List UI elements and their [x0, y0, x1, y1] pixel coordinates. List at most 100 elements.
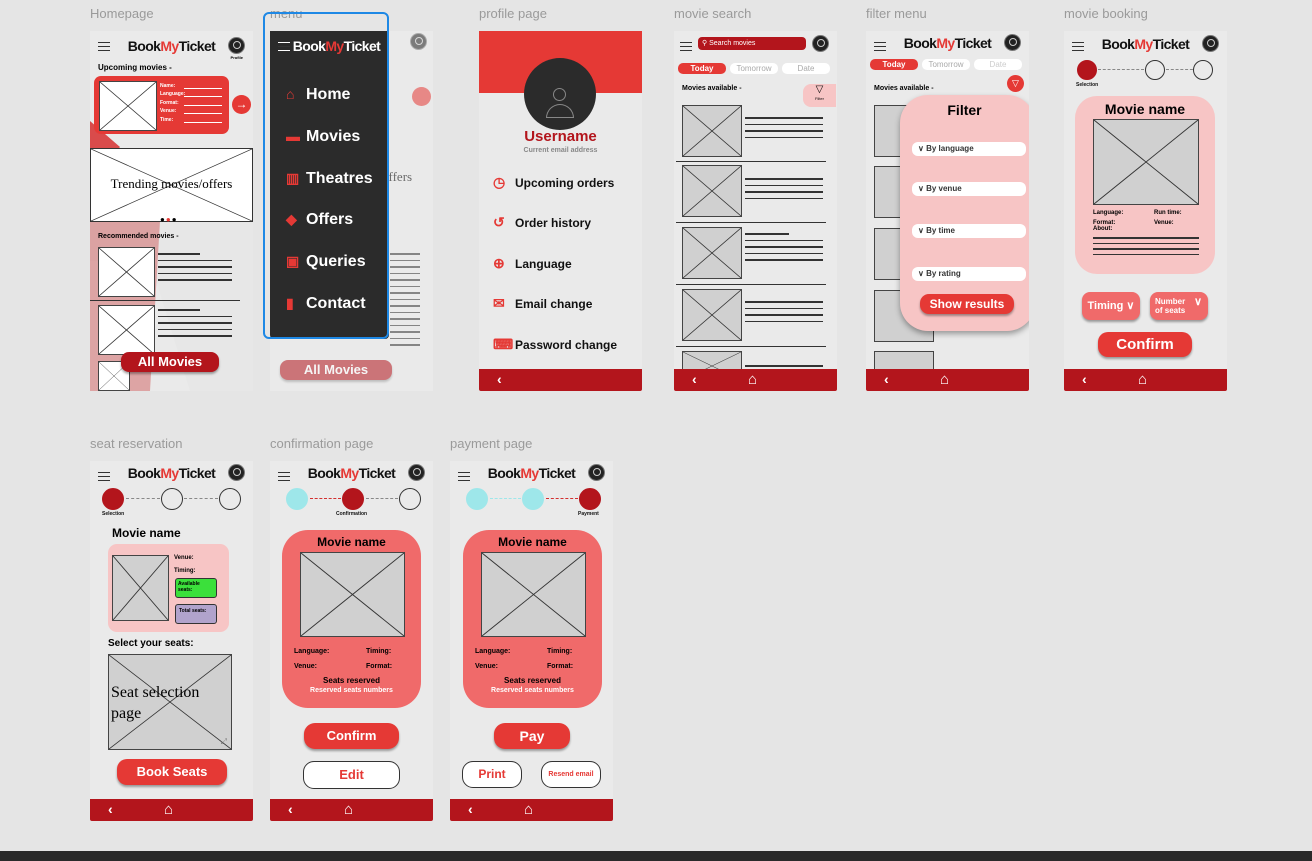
home-nav-icon[interactable]: ⌂ [1138, 371, 1147, 388]
tab-tomorrow[interactable]: Tomorrow [922, 59, 970, 70]
filter-venue[interactable]: ∨ By venue [912, 182, 1026, 196]
profile-caption: Profile [230, 55, 243, 60]
back-icon[interactable]: ‹ [1082, 371, 1087, 387]
edit-button[interactable]: Edit [303, 761, 400, 789]
movie-fields: Name: Language: Format: Venue: Time: [160, 83, 186, 123]
profile-avatar-icon[interactable] [228, 37, 245, 54]
hamburger-icon[interactable] [680, 42, 692, 51]
profile-item-language[interactable]: ⊕ Language [493, 255, 572, 272]
profile-item-history[interactable]: ↺ Order history [493, 214, 591, 231]
timing-dropdown[interactable]: Timing ∨ [1082, 292, 1140, 320]
bottom-nav: ‹ ⌂ [90, 799, 253, 821]
back-icon[interactable]: ‹ [108, 801, 113, 817]
booking-summary-card: Movie name Language: Venue: Timing: Format… [463, 530, 602, 708]
step-confirmation-icon [161, 488, 183, 510]
pay-button[interactable]: Pay [494, 723, 570, 749]
seat-frame: BookMyTicket Selection Movie name Venue:… [90, 461, 253, 821]
profile-item-email[interactable]: ✉ Email change [493, 295, 592, 312]
seats-reserved: Seats reserved [504, 676, 561, 685]
next-arrow-icon[interactable]: → [232, 95, 251, 114]
tab-tomorrow[interactable]: Tomorrow [730, 63, 778, 74]
backdrop-lines [390, 253, 420, 351]
backdrop-avatar-icon [410, 33, 427, 50]
home-nav-icon[interactable]: ⌂ [748, 371, 757, 388]
select-seats-title: Select your seats: [108, 638, 194, 649]
filter-icon[interactable]: ▽ [1007, 75, 1024, 92]
home-nav-icon[interactable]: ⌂ [344, 801, 353, 818]
filter-time[interactable]: ∨ By time [912, 224, 1026, 238]
upcoming-card[interactable]: Name: Language: Format: Venue: Time: [94, 76, 229, 134]
back-icon[interactable]: ‹ [468, 801, 473, 817]
tab-today[interactable]: Today [870, 59, 918, 70]
filter-rating[interactable]: ∨ By rating [912, 267, 1026, 281]
tab-today[interactable]: Today [678, 63, 726, 74]
profile-photo[interactable] [524, 58, 596, 130]
back-icon[interactable]: ‹ [497, 371, 502, 387]
result-poster-3[interactable] [682, 227, 742, 279]
confirmation-frame: BookMyTicket Confirmation Movie name Lan… [270, 461, 433, 821]
trending-banner[interactable]: Trending movies/offers ●●● [90, 148, 253, 224]
home-nav-icon[interactable]: ⌂ [940, 371, 949, 388]
movie-card: Movie name Language: Format: About: Run t… [1075, 96, 1215, 274]
profile-avatar-icon[interactable] [408, 464, 425, 481]
step-connector [126, 498, 160, 499]
profile-avatar-icon[interactable] [588, 464, 605, 481]
frame-label-seat: seat reservation [90, 436, 183, 451]
frame-label-profile: profile page [479, 6, 547, 21]
step-confirmation-icon [1145, 60, 1165, 80]
seat-page-text: Seat selection page [111, 684, 200, 722]
profile-item-upcoming[interactable]: ◷ Upcoming orders [493, 174, 614, 191]
user-body-icon [546, 104, 574, 118]
step-connector [1098, 69, 1144, 70]
home-nav-icon[interactable]: ⌂ [524, 801, 533, 818]
result-poster-1[interactable] [682, 105, 742, 157]
frame-label-confirmation: confirmation page [270, 436, 374, 451]
result-poster-4[interactable] [682, 289, 742, 341]
trending-text: Trending movies/offers [110, 176, 233, 191]
tab-date[interactable]: Date [974, 59, 1022, 70]
meta-left: Language: Venue: [294, 648, 330, 670]
seat-meta: Venue: Timing: [174, 555, 196, 574]
all-movies-button[interactable]: All Movies [121, 352, 219, 372]
filter-button[interactable]: ▽ Filter [803, 84, 836, 107]
confirm-button[interactable]: Confirm [304, 723, 399, 749]
step-payment-icon [219, 488, 241, 510]
recommended-poster-2[interactable] [98, 305, 155, 355]
seat-selection-area[interactable]: Seat selection page ⤢ [108, 654, 232, 750]
frame-label-homepage: Homepage [90, 6, 154, 21]
carousel-dots[interactable]: ●●● [160, 215, 178, 224]
back-icon[interactable]: ‹ [692, 371, 697, 387]
recommended-poster-1[interactable] [98, 247, 155, 297]
profile-avatar-icon[interactable] [1202, 35, 1219, 52]
filter-language[interactable]: ∨ By language [912, 142, 1026, 156]
homepage-frame: BookMyTicket Profile Upcoming movies - N… [90, 31, 253, 391]
book-seats-button[interactable]: Book Seats [117, 759, 227, 785]
meta-right: Timing: Format: [366, 648, 393, 670]
home-nav-icon[interactable]: ⌂ [164, 801, 173, 818]
search-input[interactable]: ⚲ Search movies [698, 37, 806, 50]
show-results-button[interactable]: Show results [920, 294, 1014, 314]
print-button[interactable]: Print [462, 761, 522, 788]
result-lines-3 [745, 233, 823, 266]
back-icon[interactable]: ‹ [288, 801, 293, 817]
confirm-button[interactable]: Confirm [1098, 332, 1192, 357]
back-icon[interactable]: ‹ [884, 371, 889, 387]
movie-poster-placeholder [300, 552, 405, 637]
resend-email-button[interactable]: Resend email [541, 761, 601, 788]
result-poster-2[interactable] [682, 165, 742, 217]
frame-label-filter: filter menu [866, 6, 927, 21]
available-title: Movies available - [874, 85, 934, 92]
expand-icon[interactable]: ⤢ [221, 737, 227, 747]
profile-avatar-icon[interactable] [228, 464, 245, 481]
bottom-nav: ‹ [479, 369, 642, 391]
step-selection-icon [102, 488, 124, 510]
profile-avatar-icon[interactable] [812, 35, 829, 52]
seat-count-dropdown[interactable]: Number of seats ∨ [1150, 292, 1208, 320]
password-icon: ⌨ [493, 336, 514, 352]
profile-item-password[interactable]: ⌨ Password change [493, 336, 617, 353]
chevron-down-icon: ∨ [918, 184, 927, 193]
filter-frame: BookMyTicket Today Tomorrow Date Movies … [866, 31, 1029, 391]
tab-date[interactable]: Date [782, 63, 830, 74]
profile-avatar-icon[interactable] [1004, 34, 1021, 51]
available-seats-badge: Available seats: [175, 578, 217, 598]
